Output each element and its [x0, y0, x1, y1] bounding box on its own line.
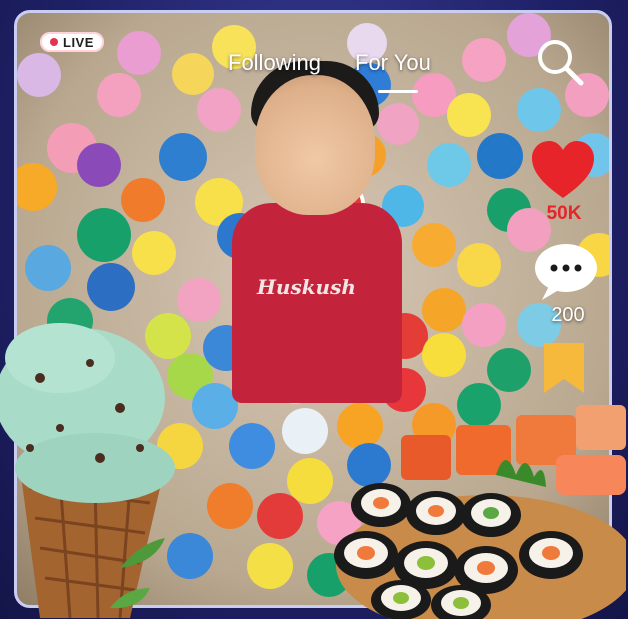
shirt-text: Huskush	[257, 275, 356, 299]
boy-shirt	[232, 203, 402, 403]
comment-bubble-icon[interactable]	[530, 240, 600, 302]
ice-cream-sticker	[0, 323, 175, 618]
boy-face	[255, 75, 375, 215]
search-icon[interactable]	[534, 36, 586, 88]
live-label: LIVE	[63, 34, 94, 50]
like-count: 50K	[546, 203, 582, 224]
active-tab-indicator	[378, 90, 418, 93]
live-dot-icon	[50, 38, 58, 46]
heart-icon[interactable]	[530, 140, 596, 202]
bookmark-icon[interactable]	[544, 343, 584, 393]
comment-count: 200	[551, 304, 585, 326]
tab-for-you[interactable]: For You	[355, 50, 431, 76]
tab-following[interactable]: Following	[228, 50, 321, 76]
sushi-sticker	[334, 405, 626, 619]
live-badge[interactable]: LIVE	[40, 32, 104, 52]
